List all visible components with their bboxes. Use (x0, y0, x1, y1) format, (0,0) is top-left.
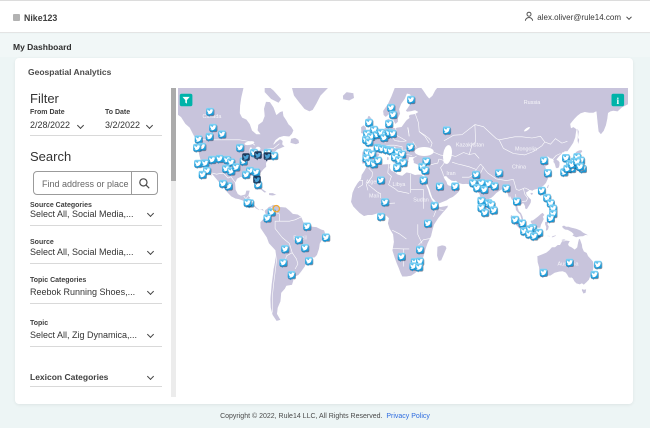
svg-text:Mongolia: Mongolia (515, 147, 537, 153)
svg-text:Libya: Libya (392, 182, 405, 188)
svg-text:Sudan: Sudan (413, 198, 429, 204)
svg-text:Iran: Iran (446, 171, 455, 177)
svg-text:Mali: Mali (369, 194, 379, 200)
svg-text:Kazakhstan: Kazakhstan (455, 143, 483, 149)
svg-text:i: i (616, 97, 619, 107)
svg-text:China: China (511, 165, 525, 171)
svg-text:Russia: Russia (523, 100, 539, 106)
